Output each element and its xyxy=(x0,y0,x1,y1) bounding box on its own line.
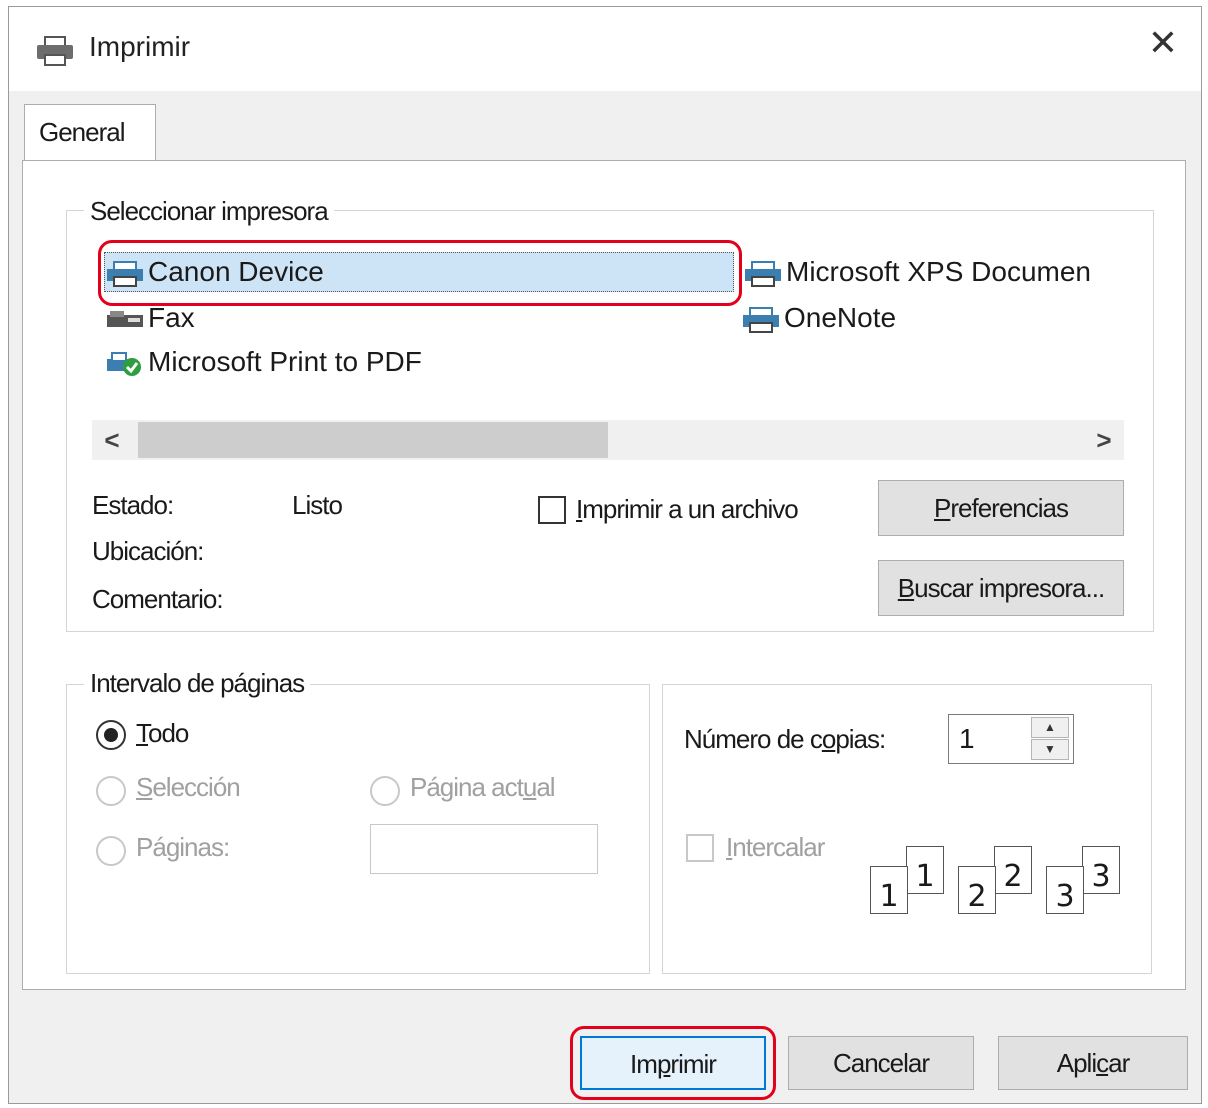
printer-item-microsoft-xps[interactable]: Microsoft XPS Documen xyxy=(744,252,1091,292)
printer-icon xyxy=(37,36,73,66)
status-label: Estado: xyxy=(92,490,174,520)
printer-item-onenote[interactable]: OneNote xyxy=(742,298,896,338)
printer-list-scrollbar[interactable]: < > xyxy=(92,420,1124,460)
printer-group-legend: Seleccionar impresora xyxy=(84,196,334,227)
scroll-left-icon[interactable]: < xyxy=(92,420,132,460)
all-pages-label[interactable]: Todo xyxy=(136,718,189,749)
selection-label[interactable]: Selección xyxy=(136,772,241,803)
collate-page-front: 1 xyxy=(870,866,908,914)
stepper-buttons: ▲ ▼ xyxy=(1031,717,1071,761)
pages-label[interactable]: Páginas: xyxy=(136,832,230,863)
printer-name: Microsoft XPS Documen xyxy=(786,256,1091,287)
collate-page-front: 3 xyxy=(1046,866,1084,914)
tab-general[interactable]: General xyxy=(24,104,156,162)
radio-dot xyxy=(104,728,118,742)
close-icon[interactable]: ✕ xyxy=(1143,23,1183,63)
copies-stepper[interactable]: 1 ▲ ▼ xyxy=(948,714,1074,764)
location-label: Ubicación: xyxy=(92,536,204,566)
increment-icon[interactable]: ▲ xyxy=(1031,717,1069,738)
dialog-title: Imprimir xyxy=(89,31,191,62)
current-page-label[interactable]: Página actual xyxy=(410,772,556,803)
collate-checkbox[interactable] xyxy=(686,834,714,862)
printer-item-microsoft-print-to-pdf[interactable]: Microsoft Print to PDF xyxy=(106,342,422,382)
printer-name: Microsoft Print to PDF xyxy=(148,346,422,377)
status-value: Listo xyxy=(292,490,343,520)
printer-name: OneNote xyxy=(784,302,897,333)
default-printer-icon xyxy=(107,351,141,376)
cancel-button[interactable]: Cancelar xyxy=(788,1036,974,1090)
collate-page-front: 2 xyxy=(958,866,996,914)
copies-value[interactable]: 1 xyxy=(959,723,975,755)
comment-label: Comentario: xyxy=(92,584,224,614)
current-page-radio[interactable] xyxy=(370,776,400,806)
selection-radio[interactable] xyxy=(96,776,126,806)
fax-icon xyxy=(107,310,143,327)
pages-radio[interactable] xyxy=(96,836,126,866)
collate-page-back: 2 xyxy=(994,846,1032,894)
canon-device-highlight xyxy=(98,240,742,306)
scrollbar-thumb[interactable] xyxy=(138,422,608,458)
collate-page-back: 3 xyxy=(1082,846,1120,894)
pages-input[interactable] xyxy=(370,824,598,874)
printer-icon xyxy=(743,306,779,333)
print-button-highlight xyxy=(570,1026,776,1100)
printer-name: Fax xyxy=(148,302,195,333)
print-to-file-label[interactable]: Imprimir a un archivo xyxy=(576,494,799,525)
copies-label: Número de copias: xyxy=(684,724,886,754)
page-range-legend: Intervalo de páginas xyxy=(84,668,311,699)
print-to-file-checkbox[interactable] xyxy=(538,496,566,524)
preferences-button[interactable]: Preferencias xyxy=(878,480,1124,536)
decrement-icon[interactable]: ▼ xyxy=(1031,739,1069,760)
apply-button[interactable]: Aplicar xyxy=(998,1036,1188,1090)
all-pages-radio[interactable] xyxy=(96,720,126,750)
find-printer-button[interactable]: Buscar impresora... xyxy=(878,560,1124,616)
title-bar[interactable]: Imprimir ✕ xyxy=(9,7,1201,91)
scroll-right-icon[interactable]: > xyxy=(1084,420,1124,460)
collate-label[interactable]: Intercalar xyxy=(726,832,825,863)
printer-icon xyxy=(745,260,781,287)
collate-page-back: 1 xyxy=(906,846,944,894)
